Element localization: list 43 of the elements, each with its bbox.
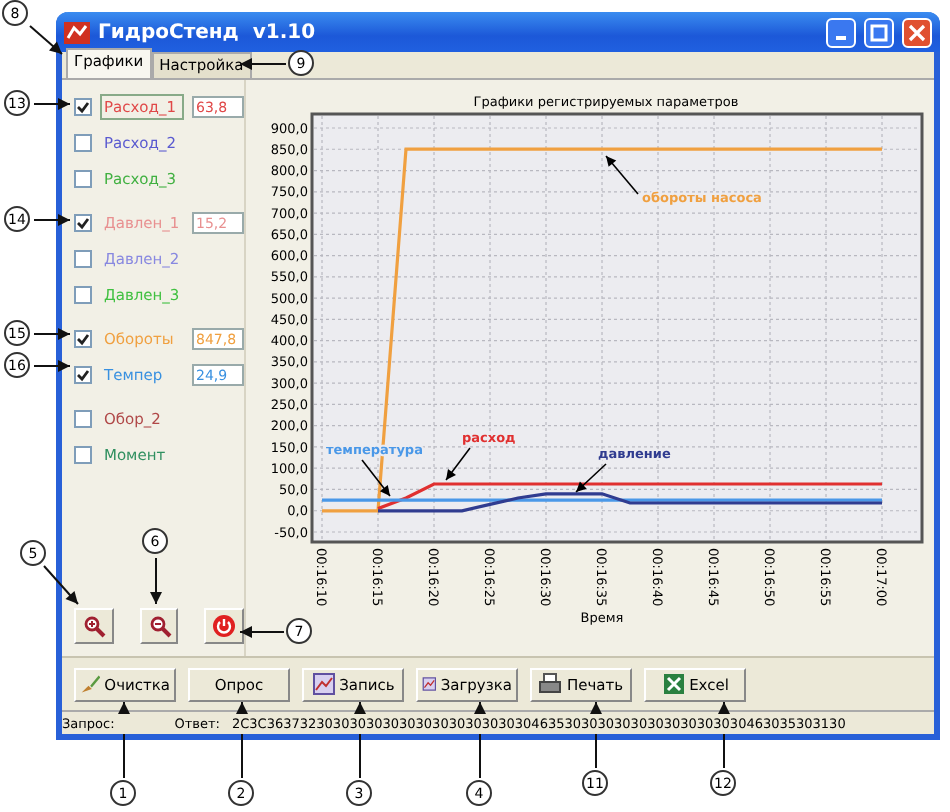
- minimize-button[interactable]: [826, 17, 856, 47]
- leader-line: [575, 463, 607, 493]
- window-title: ГидроСтенд v1.10: [98, 21, 318, 43]
- callout-arrow: [33, 328, 71, 340]
- callout-arrow: [118, 701, 130, 779]
- checkbox[interactable]: [74, 409, 92, 427]
- close-icon: [908, 23, 926, 41]
- checkbox[interactable]: [74, 285, 92, 303]
- printer-icon: [538, 672, 563, 696]
- maximize-button[interactable]: [864, 17, 894, 47]
- leader-line: [361, 459, 391, 497]
- checkbox[interactable]: [74, 445, 92, 463]
- checkbox[interactable]: [74, 169, 92, 187]
- brush-icon: [80, 672, 101, 696]
- close-button[interactable]: [902, 17, 932, 47]
- checkbox[interactable]: [74, 365, 92, 383]
- callout-arrow: [33, 360, 71, 372]
- checkbox[interactable]: [74, 249, 92, 267]
- chart-icon: [422, 672, 437, 696]
- chart-icon: [311, 672, 336, 696]
- minimize-icon: [836, 36, 846, 40]
- callout-arrow: [239, 58, 287, 70]
- zoom-button[interactable]: [74, 608, 114, 644]
- power-icon: [212, 614, 237, 638]
- leader-line: [605, 155, 639, 195]
- callout-arrow: [43, 565, 79, 605]
- stop-button[interactable]: [204, 608, 245, 644]
- checkbox[interactable]: [74, 213, 92, 231]
- callout-arrow: [150, 557, 162, 605]
- callout-arrow: [33, 214, 71, 226]
- leader-line: [445, 447, 471, 481]
- callout-arrow: [29, 25, 63, 55]
- zoom-button[interactable]: [139, 608, 179, 644]
- checkbox[interactable]: [74, 97, 92, 115]
- spreadsheet-icon: [661, 672, 686, 696]
- magnifier-icon: [147, 614, 171, 638]
- maximize-icon: [870, 23, 888, 41]
- callout-arrow: [33, 98, 71, 110]
- magnifier-icon: [81, 614, 106, 638]
- checkbox[interactable]: [74, 133, 92, 151]
- checkbox[interactable]: [74, 329, 92, 347]
- app-icon: [64, 21, 90, 43]
- callout-arrow: [239, 626, 285, 638]
